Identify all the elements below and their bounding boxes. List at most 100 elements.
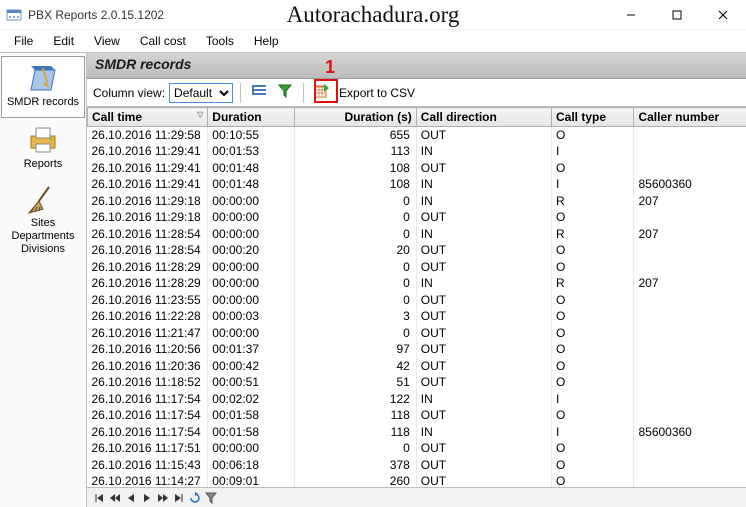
table-row[interactable]: 26.10.2016 11:29:1800:00:000OUTO341 xyxy=(88,209,746,226)
toolbar: Column view: Default Export to CSV 1 xyxy=(87,79,746,107)
col-header-duration[interactable]: Duration xyxy=(208,108,295,127)
cell-calltype: O xyxy=(551,358,633,375)
table-row[interactable]: 26.10.2016 11:17:5400:02:02122INI xyxy=(88,391,746,408)
cell-calltime: 26.10.2016 11:29:18 xyxy=(88,193,208,210)
cell-duration-s: 122 xyxy=(295,391,416,408)
table-row[interactable]: 26.10.2016 11:15:4300:06:18378OUTO5975 xyxy=(88,457,746,474)
cell-calltime: 26.10.2016 11:15:43 xyxy=(88,457,208,474)
table-row[interactable]: 26.10.2016 11:29:4100:01:53113INI xyxy=(88,143,746,160)
cell-calltime: 26.10.2016 11:29:41 xyxy=(88,160,208,177)
col-header-calltype[interactable]: Call type xyxy=(551,108,633,127)
table-row[interactable]: 26.10.2016 11:17:5400:01:58118INI8560036… xyxy=(88,424,746,441)
table-row[interactable]: 26.10.2016 11:21:4700:00:000OUTO9671 xyxy=(88,325,746,342)
table-row[interactable]: 26.10.2016 11:14:2700:09:01260OUTO9002 xyxy=(88,473,746,487)
menu-help[interactable]: Help xyxy=(244,32,289,50)
cell-direction: OUT xyxy=(416,308,551,325)
cell-caller xyxy=(634,391,746,408)
section-header: SMDR records xyxy=(87,53,746,79)
toolbar-export-button[interactable] xyxy=(311,82,333,104)
cell-duration-s: 0 xyxy=(295,440,416,457)
cell-calltype: I xyxy=(551,391,633,408)
table-row[interactable]: 26.10.2016 11:22:2800:00:033OUTO9347 xyxy=(88,308,746,325)
cell-duration: 00:01:48 xyxy=(208,160,295,177)
cell-calltype: O xyxy=(551,473,633,487)
toolbar-details-button[interactable] xyxy=(248,82,270,104)
table-row[interactable]: 26.10.2016 11:28:2900:00:000INR207 xyxy=(88,275,746,292)
export-label: Export to CSV xyxy=(339,86,415,100)
menu-view[interactable]: View xyxy=(84,32,130,50)
cell-calltime: 26.10.2016 11:28:29 xyxy=(88,259,208,276)
toolbar-filter-button[interactable] xyxy=(274,82,296,104)
cell-duration: 00:00:42 xyxy=(208,358,295,375)
table-row[interactable]: 26.10.2016 11:17:5400:01:58118OUTO9002 xyxy=(88,407,746,424)
column-view-select[interactable]: Default xyxy=(169,83,233,103)
cell-caller xyxy=(634,127,746,144)
cell-duration-s: 113 xyxy=(295,143,416,160)
cell-duration-s: 42 xyxy=(295,358,416,375)
nav-first-button[interactable] xyxy=(91,490,107,506)
menu-edit[interactable]: Edit xyxy=(43,32,84,50)
grid[interactable]: Call time▽ Duration Duration (s) Call di… xyxy=(87,107,746,487)
table-row[interactable]: 26.10.2016 11:29:1800:00:000INR207 xyxy=(88,193,746,210)
col-header-duration-s[interactable]: Duration (s) xyxy=(295,108,416,127)
nav-refresh-button[interactable] xyxy=(187,490,203,506)
cell-caller xyxy=(634,407,746,424)
table-row[interactable]: 26.10.2016 11:28:5400:00:000INR207 xyxy=(88,226,746,243)
menu-file[interactable]: File xyxy=(4,32,43,50)
table-row[interactable]: 26.10.2016 11:28:2900:00:000OUTO341 xyxy=(88,259,746,276)
cell-caller: 207 xyxy=(634,226,746,243)
cell-duration: 00:00:00 xyxy=(208,325,295,342)
cell-duration: 00:01:48 xyxy=(208,176,295,193)
menu-callcost[interactable]: Call cost xyxy=(130,32,196,50)
table-row[interactable]: 26.10.2016 11:29:5800:10:55655OUTO1321 xyxy=(88,127,746,144)
cell-direction: OUT xyxy=(416,473,551,487)
cell-direction: IN xyxy=(416,193,551,210)
cell-duration-s: 0 xyxy=(295,275,416,292)
sidebar-item-smdr[interactable]: SMDR records xyxy=(1,56,85,118)
funnel-icon xyxy=(277,83,293,102)
sidebar: SMDR records Reports Sites Departments D… xyxy=(0,53,87,507)
nav-next-button[interactable] xyxy=(139,490,155,506)
nav-prev-button[interactable] xyxy=(123,490,139,506)
table-row[interactable]: 26.10.2016 11:17:5100:00:000OUTO135 xyxy=(88,440,746,457)
cell-direction: OUT xyxy=(416,259,551,276)
cell-calltype: I xyxy=(551,143,633,160)
table-row[interactable]: 26.10.2016 11:20:3600:00:4242OUTO9662 xyxy=(88,358,746,375)
cell-calltype: O xyxy=(551,292,633,309)
col-header-direction[interactable]: Call direction xyxy=(416,108,551,127)
sidebar-item-sites[interactable]: Sites Departments Divisions xyxy=(0,178,86,263)
cell-direction: IN xyxy=(416,424,551,441)
record-navigator xyxy=(87,487,746,507)
nav-prevpage-button[interactable] xyxy=(107,490,123,506)
minimize-button[interactable] xyxy=(608,0,654,29)
cell-calltime: 26.10.2016 11:17:54 xyxy=(88,391,208,408)
table-row[interactable]: 26.10.2016 11:29:4100:01:48108INI8560036… xyxy=(88,176,746,193)
cell-direction: OUT xyxy=(416,440,551,457)
cell-duration-s: 0 xyxy=(295,193,416,210)
table-row[interactable]: 26.10.2016 11:29:4100:01:48108OUTO9002 xyxy=(88,160,746,177)
close-button[interactable] xyxy=(700,0,746,29)
cell-calltime: 26.10.2016 11:23:55 xyxy=(88,292,208,309)
maximize-button[interactable] xyxy=(654,0,700,29)
cell-calltype: O xyxy=(551,259,633,276)
table-row[interactable]: 26.10.2016 11:18:5200:00:5151OUTO1321 xyxy=(88,374,746,391)
table-row[interactable]: 26.10.2016 11:28:5400:00:2020OUTO340 xyxy=(88,242,746,259)
window-title: PBX Reports 2.0.15.1202 xyxy=(28,8,164,22)
col-header-caller[interactable]: Caller number xyxy=(634,108,746,127)
menu-tools[interactable]: Tools xyxy=(196,32,244,50)
cell-calltype: O xyxy=(551,242,633,259)
nav-filter-button[interactable] xyxy=(203,490,219,506)
cell-calltime: 26.10.2016 11:18:52 xyxy=(88,374,208,391)
sidebar-item-label: Sites Departments Divisions xyxy=(12,217,75,254)
nav-nextpage-button[interactable] xyxy=(155,490,171,506)
cell-duration-s: 0 xyxy=(295,259,416,276)
cell-calltype: R xyxy=(551,193,633,210)
sidebar-item-reports[interactable]: Reports xyxy=(0,119,86,179)
cell-calltype: O xyxy=(551,341,633,358)
sort-desc-icon: ▽ xyxy=(197,110,203,119)
col-header-calltime[interactable]: Call time▽ xyxy=(88,108,208,127)
table-row[interactable]: 26.10.2016 11:23:5500:00:000OUTO9347 xyxy=(88,292,746,309)
table-row[interactable]: 26.10.2016 11:20:5600:01:3797OUTO1800 xyxy=(88,341,746,358)
cell-calltype: O xyxy=(551,308,633,325)
nav-last-button[interactable] xyxy=(171,490,187,506)
